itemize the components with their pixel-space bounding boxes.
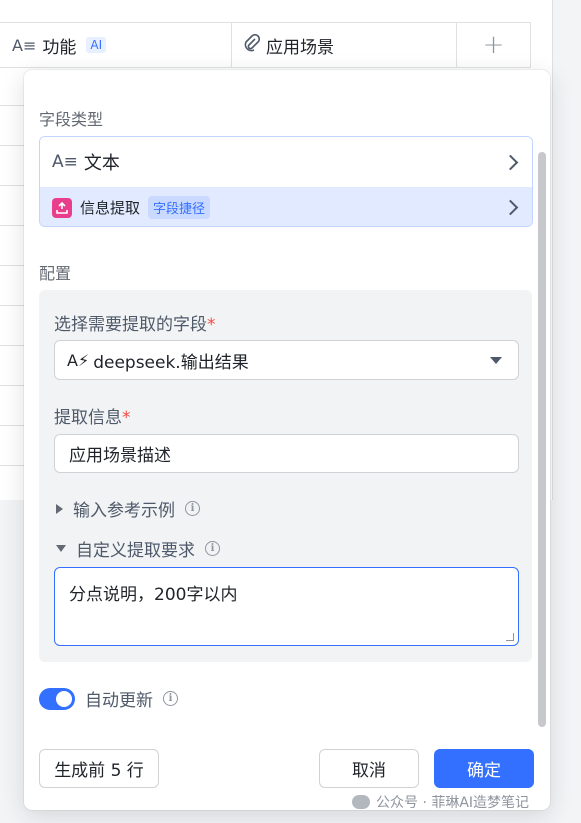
custom-requirements-toggle[interactable]: 自定义提取要求 i (56, 536, 220, 561)
generate-first-rows-button[interactable]: 生成前 5 行 (39, 749, 159, 788)
examples-label: 输入参考示例 (73, 501, 175, 521)
add-column-button[interactable]: + (457, 23, 531, 67)
watermark: 公众号 · 菲琳AI造梦笔记 (352, 792, 529, 812)
chevron-right-icon (502, 154, 519, 170)
top-toolbar (0, 0, 552, 22)
custom-requirements-value: 分点说明，200字以内 (69, 585, 238, 605)
column-label: 功能 (42, 37, 77, 58)
examples-toggle[interactable]: 输入参考示例 i (56, 496, 200, 521)
watermark-text: 公众号 · 菲琳AI造梦笔记 (376, 795, 530, 811)
table-row (0, 386, 24, 426)
resize-handle-icon[interactable] (506, 633, 514, 641)
cancel-button[interactable]: 取消 (319, 749, 419, 788)
table-row (0, 226, 24, 266)
extract-extension-icon (52, 197, 72, 218)
extract-info-label: 提取信息* (54, 403, 131, 428)
caret-down-icon (56, 545, 66, 552)
column-header-function[interactable]: A≡ 功能 AI (0, 23, 232, 67)
custom-requirements-textarea[interactable]: 分点说明，200字以内 (54, 567, 519, 646)
table-row (0, 186, 24, 226)
caret-right-icon (56, 503, 63, 514)
table-header: A≡ 功能 AI 应用场景 + (0, 22, 531, 68)
config-title: 配置 (39, 264, 72, 283)
wechat-icon (352, 795, 370, 809)
ai-text-field-icon: A⚡ (67, 350, 90, 370)
table-row (0, 106, 24, 146)
table-row (0, 306, 24, 346)
text-field-icon: A≡ (52, 152, 78, 172)
column-header-scenario[interactable]: 应用场景 (232, 23, 457, 67)
source-field-label: 选择需要提取的字段* (54, 310, 216, 335)
required-mark: * (207, 315, 216, 335)
info-icon[interactable]: i (205, 541, 220, 556)
field-type-label: 文本 (83, 153, 120, 174)
extension-option[interactable]: 信息提取 字段捷径 (40, 187, 532, 226)
text-field-icon: A≡ (12, 35, 37, 55)
field-type-selector: A≡ 文本 信息提取 字段捷径 (39, 136, 533, 227)
ai-badge: AI (86, 37, 107, 53)
attachment-icon (244, 33, 261, 57)
field-shortcut-tag: 字段捷径 (148, 196, 211, 219)
chevron-right-icon (502, 199, 519, 216)
field-type-title: 字段类型 (39, 110, 104, 129)
extract-info-label-text: 提取信息 (54, 408, 122, 428)
caret-down-icon (490, 357, 502, 364)
table-row (0, 346, 24, 386)
required-mark: * (122, 408, 131, 428)
auto-update-label: 自动更新 (85, 691, 153, 711)
column-label: 应用场景 (266, 37, 334, 58)
source-field-select[interactable]: A⚡ deepseek.输出结果 (54, 340, 519, 380)
info-icon[interactable]: i (163, 691, 178, 706)
info-icon[interactable]: i (185, 501, 200, 516)
table-row (0, 66, 24, 106)
panel-scrollbar[interactable] (538, 152, 546, 727)
auto-update-toggle[interactable] (39, 687, 75, 710)
source-field-label-text: 选择需要提取的字段 (54, 315, 207, 335)
custom-requirements-label: 自定义提取要求 (76, 541, 195, 561)
auto-update-row: 自动更新 i (39, 686, 178, 711)
table-row (0, 266, 24, 306)
confirm-button[interactable]: 确定 (434, 749, 534, 788)
table-row (0, 146, 24, 186)
extract-info-input[interactable]: 应用场景描述 (54, 434, 519, 473)
source-field-value: deepseek.输出结果 (93, 352, 249, 373)
table-row (0, 426, 24, 466)
extension-label: 信息提取 (80, 199, 141, 217)
field-type-text-option[interactable]: A≡ 文本 (40, 137, 532, 187)
